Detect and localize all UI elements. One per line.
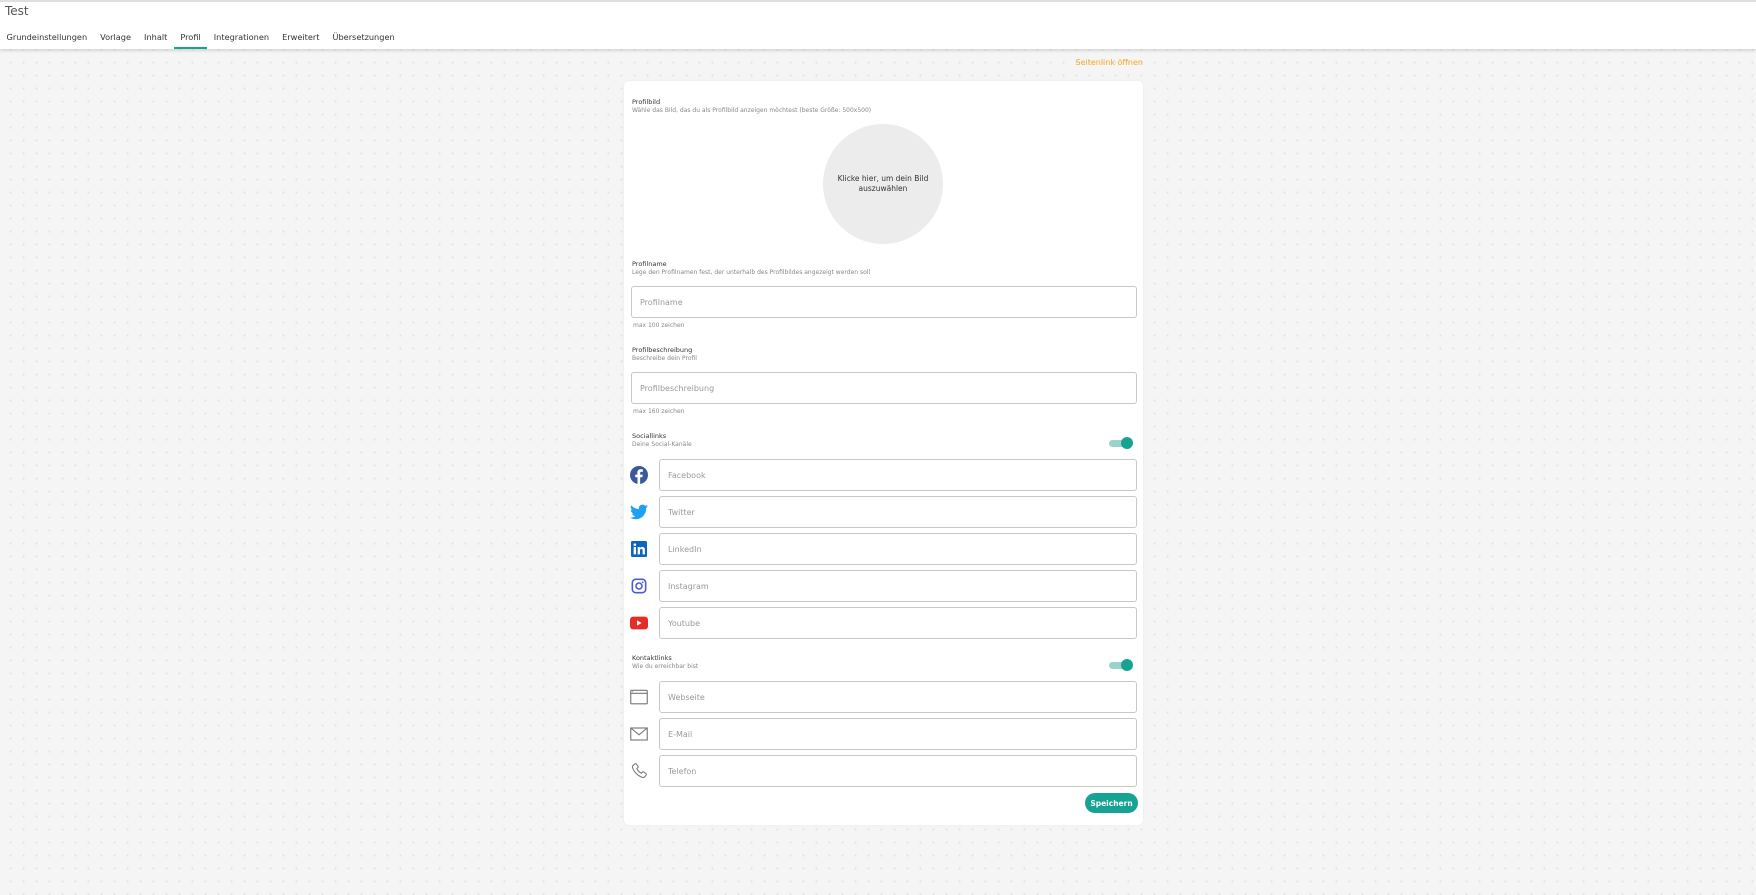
tab-bar: Grundeinstellungen Vorlage Inhalt Profil…	[0, 28, 401, 49]
page-title: Test	[5, 4, 29, 18]
twitter-icon	[630, 503, 648, 521]
header: Test Grundeinstellungen Vorlage Inhalt P…	[0, 2, 1756, 49]
social-links-subtitle: Deine Social-Kanäle	[632, 441, 692, 448]
profile-image-picker[interactable]: Klicke hier, um dein Bild auszuwählen	[823, 124, 943, 244]
facebook-input[interactable]: Facebook	[659, 459, 1137, 491]
save-button[interactable]: Speichern	[1085, 793, 1138, 813]
mail-icon	[630, 725, 648, 743]
profile-image-title: Profilbild	[632, 98, 661, 106]
tab-profil[interactable]: Profil	[173, 28, 208, 49]
profile-image-placeholder: Klicke hier, um dein Bild auszuwählen	[837, 174, 929, 193]
phone-icon	[630, 762, 648, 780]
profile-image-subtitle: Wähle das Bild, das du als Profilbild an…	[632, 107, 872, 114]
contact-links-subtitle: Wie du erreichbar bist	[632, 663, 699, 670]
youtube-input[interactable]: Youtube	[659, 607, 1137, 639]
linkedin-icon	[630, 540, 648, 558]
tab-erweitert[interactable]: Erweitert	[276, 28, 326, 49]
social-links-toggle[interactable]	[1109, 437, 1133, 449]
phone-input[interactable]: Telefon	[659, 755, 1137, 787]
profile-name-subtitle: Lege den Profilnamen fest, der unterhalb…	[632, 269, 871, 276]
tab-grundeinstellungen[interactable]: Grundeinstellungen	[0, 28, 94, 49]
profile-name-title: Profilname	[632, 260, 667, 268]
toggle-knob	[1121, 659, 1133, 671]
profile-card: Profilbild Wähle das Bild, das du als Pr…	[624, 81, 1143, 825]
toggle-knob	[1121, 437, 1133, 449]
facebook-icon	[630, 466, 648, 484]
youtube-icon	[630, 614, 648, 632]
website-input[interactable]: Webseite	[659, 681, 1137, 713]
profile-name-hint: max 100 zeichen	[633, 322, 685, 329]
tab-vorlage[interactable]: Vorlage	[94, 28, 138, 49]
social-links-title: Sociallinks	[632, 432, 667, 440]
twitter-input[interactable]: Twitter	[659, 496, 1137, 528]
profile-description-input[interactable]: Profilbeschreibung	[631, 372, 1137, 404]
profile-name-input[interactable]: Profilname	[631, 286, 1137, 318]
tab-integrationen[interactable]: Integrationen	[207, 28, 275, 49]
contact-links-title: Kontaktlinks	[632, 654, 672, 662]
email-input[interactable]: E-Mail	[659, 718, 1137, 750]
profile-description-title: Profilbeschreibung	[632, 346, 693, 354]
tab-uebersetzungen[interactable]: Übersetzungen	[326, 28, 401, 49]
instagram-input[interactable]: Instagram	[659, 570, 1137, 602]
profile-description-subtitle: Beschreibe dein Profil	[632, 355, 697, 362]
open-page-link[interactable]: Seitenlink öffnen	[1075, 58, 1143, 67]
tab-inhalt[interactable]: Inhalt	[138, 28, 174, 49]
profile-description-hint: max 160 zeichen	[633, 408, 685, 415]
contact-links-toggle[interactable]	[1109, 659, 1133, 671]
instagram-icon	[630, 577, 648, 595]
linkedin-input[interactable]: LinkedIn	[659, 533, 1137, 565]
website-icon	[630, 688, 648, 706]
